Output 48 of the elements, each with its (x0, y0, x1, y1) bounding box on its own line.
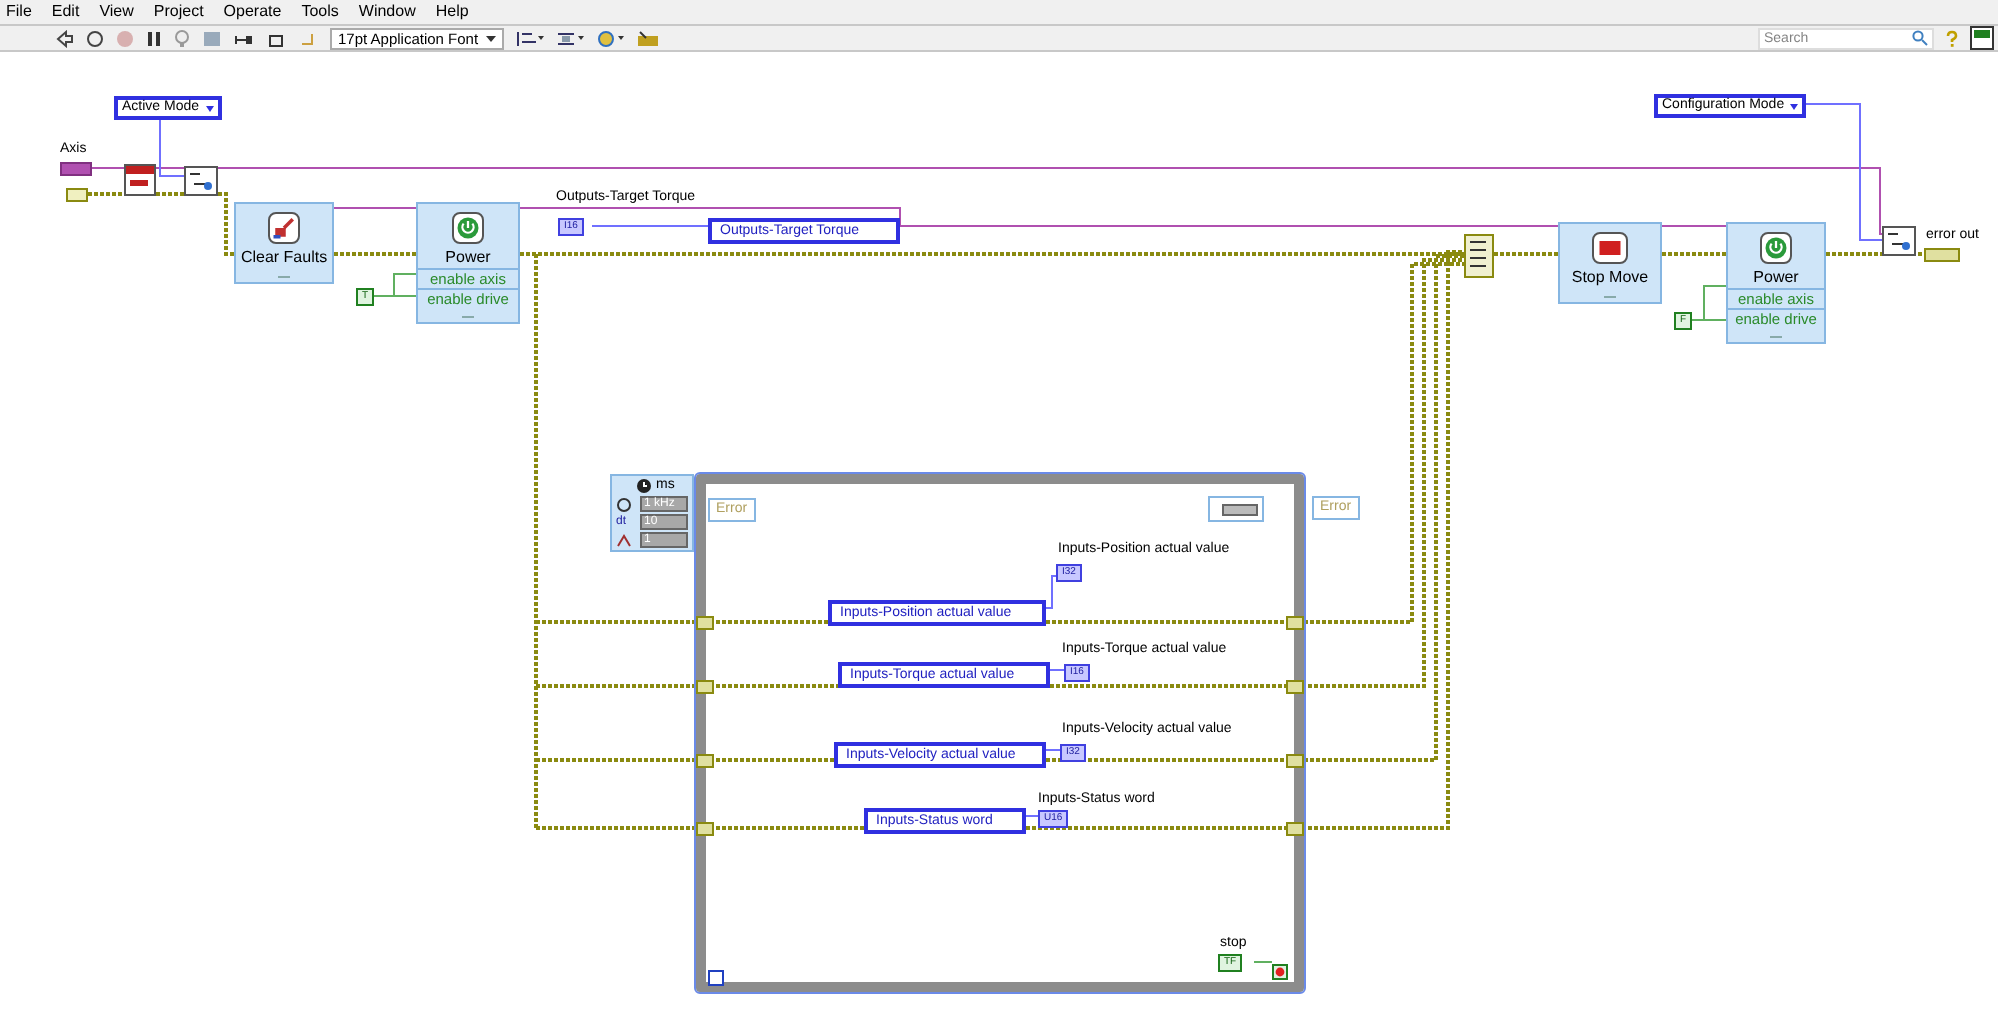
tunnel-icon (1286, 680, 1304, 694)
search-icon (1912, 30, 1928, 46)
node-title: Power (1753, 268, 1799, 288)
tunnel-icon (1286, 616, 1304, 630)
node-title: Power (445, 248, 491, 268)
node-title: Clear Faults (240, 248, 328, 268)
axis-terminal-icon (60, 162, 92, 176)
error-out-terminal-icon (1924, 248, 1960, 262)
offset-icon (616, 533, 632, 547)
switch-subvi-icon (184, 166, 218, 196)
tunnel-icon (1286, 822, 1304, 836)
run-arrow-icon[interactable] (56, 29, 74, 47)
tunnel-icon (696, 822, 714, 836)
pause-icon[interactable] (146, 29, 162, 47)
error-cluster-constant-icon (66, 188, 88, 202)
caret-icon (486, 35, 497, 41)
menu-item[interactable]: File (6, 2, 32, 22)
tunnel-icon (696, 680, 714, 694)
reorder-icon[interactable] (596, 29, 625, 47)
loop-output-node (1208, 496, 1264, 522)
menu-item[interactable]: Help (435, 2, 469, 22)
drive-subvi-icon (124, 164, 156, 196)
cleanup-icon[interactable] (636, 29, 661, 47)
stop-icon (1592, 232, 1628, 264)
tunnel-icon (1286, 754, 1304, 768)
menu-item[interactable]: View (99, 2, 134, 22)
node-title: Stop Move (1571, 268, 1649, 288)
iteration-terminal-icon (708, 970, 724, 986)
menu-item[interactable]: Edit (51, 2, 80, 22)
tunnel-icon (696, 754, 714, 768)
menu-item[interactable]: Project (153, 2, 204, 22)
caret-icon (205, 105, 214, 111)
caret-icon (1790, 103, 1799, 109)
distribute-icon[interactable] (556, 29, 585, 47)
align-icon[interactable] (516, 29, 545, 47)
switch-subvi-icon (1882, 226, 1916, 256)
bundle-node-icon (1464, 234, 1494, 278)
power-icon (452, 212, 484, 244)
menu-item[interactable]: Window (358, 2, 416, 22)
stop-condition-icon (1272, 964, 1288, 980)
menu-item[interactable]: Tools (301, 2, 339, 22)
method-node[interactable]: Clear Faults (234, 202, 334, 284)
vi-icon[interactable] (1970, 26, 1994, 50)
method-node[interactable]: Stop Move (1558, 222, 1662, 304)
menu-item[interactable]: Operate (223, 2, 282, 22)
eraser-icon (268, 212, 300, 244)
power-icon (1760, 232, 1792, 264)
tunnel-icon (696, 616, 714, 630)
